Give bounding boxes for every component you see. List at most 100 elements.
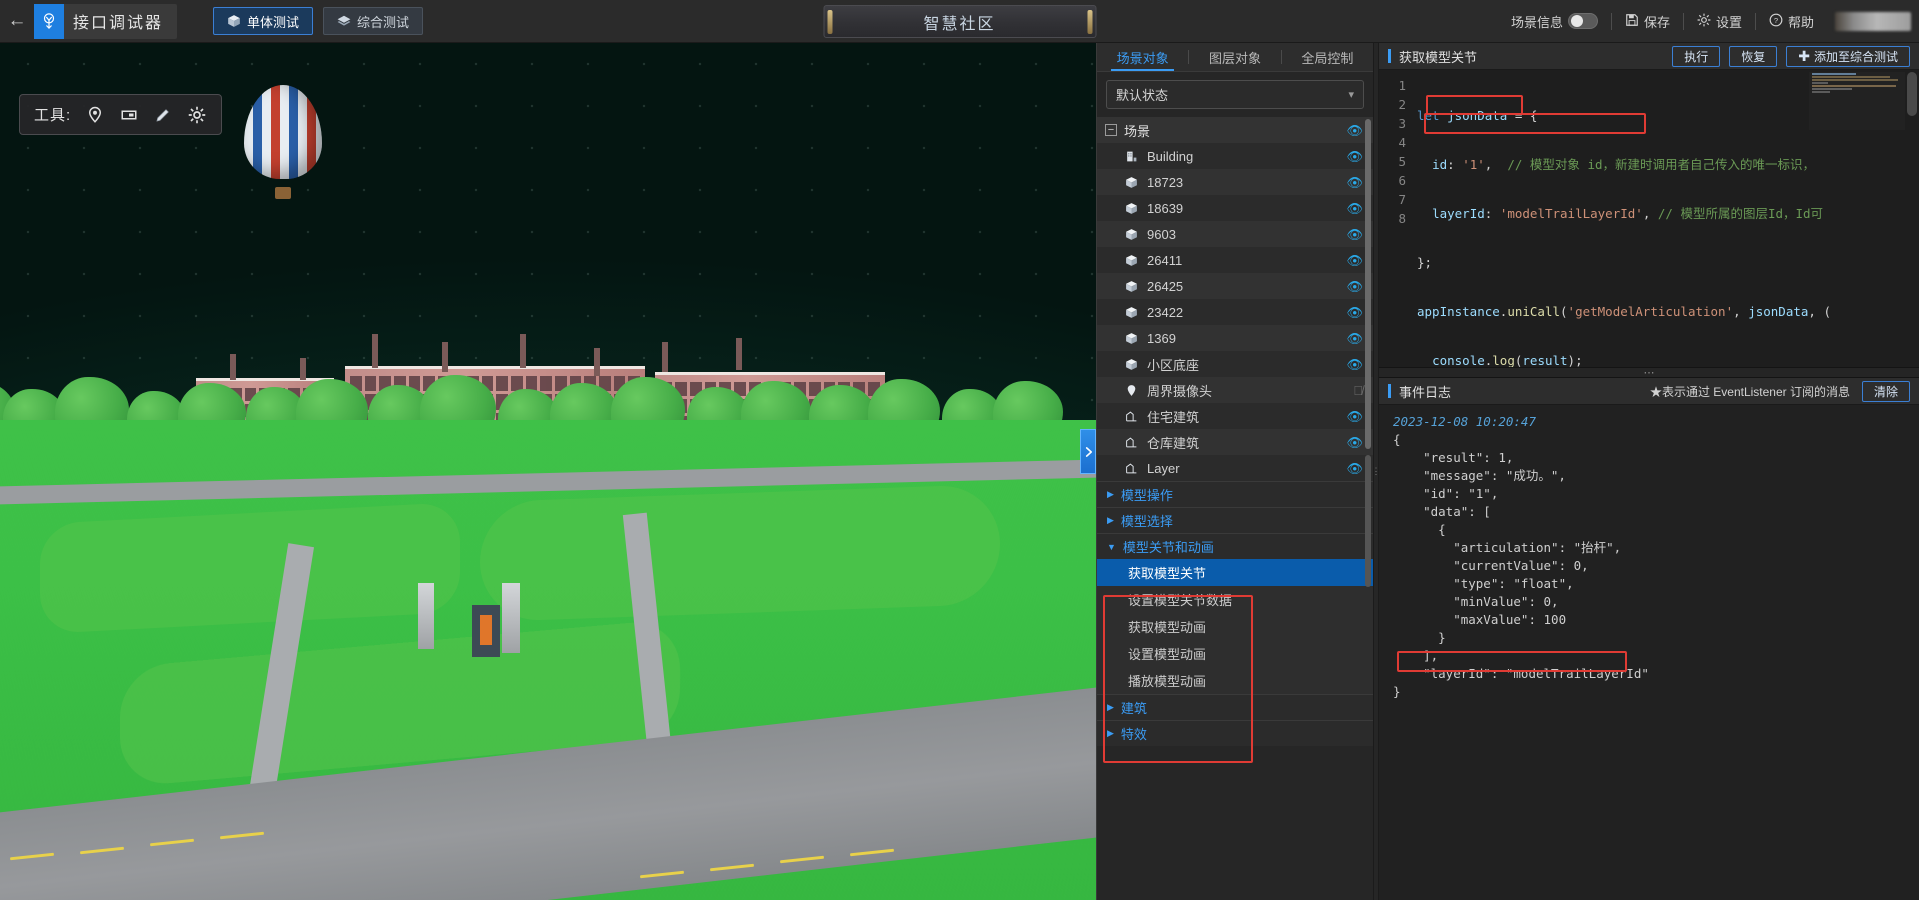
code-line: };	[1417, 253, 1919, 272]
save-label: 保存	[1644, 12, 1670, 31]
log-line: {	[1393, 521, 1919, 539]
event-log-body[interactable]: 2023-12-08 10:20:47 { "result": 1, "mess…	[1379, 405, 1919, 900]
tree-item-label: 18639	[1147, 201, 1183, 216]
menu-item-get-model-animation[interactable]: 获取模型动画	[1097, 613, 1373, 640]
accordion-header[interactable]: ▶ 建筑	[1097, 695, 1373, 720]
tree-item-warehouse-building[interactable]: 仓库建筑 👁	[1097, 429, 1373, 455]
tree-item-26425[interactable]: 26425 👁	[1097, 273, 1373, 299]
eye-icon[interactable]: 👁	[1346, 176, 1363, 189]
accordion-label: 模型操作	[1121, 485, 1173, 504]
log-line: "minValue": 0,	[1393, 593, 1919, 611]
avatar[interactable]	[1835, 12, 1911, 31]
log-timestamp: 2023-12-08 10:20:47	[1393, 413, 1919, 431]
menu-item-play-model-animation[interactable]: 播放模型动画	[1097, 667, 1373, 694]
3d-viewport[interactable]: 工具:	[0, 43, 1096, 900]
pencil-icon[interactable]	[153, 105, 173, 125]
accordion-header[interactable]: ▶ 模型选择	[1097, 508, 1373, 533]
log-line: }	[1393, 629, 1919, 647]
menu-item-set-model-animation[interactable]: 设置模型动画	[1097, 640, 1373, 667]
tree-item-label: 周界摄像头	[1147, 381, 1212, 400]
cube-icon	[227, 14, 241, 28]
state-select-value: 默认状态	[1116, 85, 1168, 104]
gear-icon[interactable]	[187, 105, 207, 125]
splitter-grip-icon: ⋯	[1644, 371, 1655, 375]
eye-off-icon[interactable]: 👁̸	[1353, 384, 1363, 397]
toggle-knob	[1571, 15, 1583, 27]
tree-root-scene[interactable]: − 场景 👁	[1097, 117, 1373, 143]
log-panel-title: 事件日志	[1399, 382, 1451, 401]
help-button[interactable]: ? 帮助	[1756, 8, 1827, 34]
tree-item-18639[interactable]: 18639 👁	[1097, 195, 1373, 221]
scene-info-toggle-group[interactable]: 场景信息	[1498, 8, 1611, 34]
tree-item-residential-building[interactable]: 住宅建筑 👁	[1097, 403, 1373, 429]
cube-icon	[1123, 332, 1139, 345]
line-number: 5	[1379, 152, 1406, 171]
tree-item-9603[interactable]: 9603 👁	[1097, 221, 1373, 247]
code-panel-actions: 执行 恢复 ✚ 添加至综合测试	[1672, 46, 1910, 67]
menu-item-set-model-articulation-data[interactable]: 设置模型关节数据	[1097, 586, 1373, 613]
line-number: 7	[1379, 190, 1406, 209]
code-line: id: '1', // 模型对象 id，新建时调用者自己传入的唯一标识，	[1417, 155, 1919, 174]
caret-right-icon: ▶	[1107, 728, 1114, 739]
svg-text:?: ?	[1774, 15, 1778, 24]
tree-item-perimeter-camera[interactable]: 周界摄像头 👁̸	[1097, 377, 1373, 403]
log-line: "layerId": "modelTrailLayerId"	[1393, 665, 1919, 683]
tree-item-1369[interactable]: 1369 👁	[1097, 325, 1373, 351]
tree-item-label: 住宅建筑	[1147, 407, 1199, 426]
tab-layer-objects[interactable]: 图层对象	[1189, 43, 1280, 71]
location-pin-icon[interactable]	[85, 105, 105, 125]
tab-scene-objects[interactable]: 场景对象	[1097, 43, 1188, 71]
tree-scrollbar-thumb[interactable]	[1365, 119, 1371, 449]
eye-icon[interactable]: 👁	[1346, 436, 1363, 449]
eye-icon[interactable]: 👁	[1346, 124, 1363, 137]
eye-icon[interactable]: 👁	[1346, 280, 1363, 293]
horizontal-splitter[interactable]: ⋯	[1379, 367, 1919, 378]
eye-icon[interactable]: 👁	[1346, 306, 1363, 319]
eye-icon[interactable]: 👁	[1346, 462, 1363, 475]
scene-tree-scroll[interactable]: − 场景 👁 Building 👁 18723 👁 18639 👁 9603 👁…	[1097, 117, 1373, 900]
add-to-suite-button[interactable]: ✚ 添加至综合测试	[1786, 46, 1910, 67]
save-button[interactable]: 保存	[1612, 8, 1683, 34]
minus-box-icon[interactable]: −	[1105, 124, 1117, 136]
tab-global-control[interactable]: 全局控制	[1282, 43, 1373, 71]
tree-scrollbar-track[interactable]	[1365, 455, 1371, 587]
settings-label: 设置	[1716, 12, 1742, 31]
scene-info-toggle[interactable]	[1568, 13, 1598, 29]
code-minimap[interactable]	[1809, 72, 1905, 130]
restore-button-label: 恢复	[1741, 48, 1765, 65]
log-line: "id": "1",	[1393, 485, 1919, 503]
code-editor[interactable]: 1 2 3 4 5 6 7 8 let jsonData = { id: '1'…	[1379, 70, 1919, 367]
clear-log-button[interactable]: 清除	[1862, 381, 1910, 402]
chevron-down-icon: ▾	[1348, 88, 1354, 101]
accordion-header[interactable]: ▶ 特效	[1097, 721, 1373, 746]
tab-single-test[interactable]: 单体测试	[213, 7, 313, 35]
tree-item-23422[interactable]: 23422 👁	[1097, 299, 1373, 325]
eye-icon[interactable]: 👁	[1346, 254, 1363, 267]
menu-item-get-model-articulation[interactable]: 获取模型关节	[1097, 559, 1373, 586]
eye-icon[interactable]: 👁	[1346, 410, 1363, 423]
restore-button[interactable]: 恢复	[1729, 46, 1777, 67]
tree-item-building[interactable]: Building 👁	[1097, 143, 1373, 169]
measure-icon[interactable]	[119, 105, 139, 125]
accordion-header[interactable]: ▼ 模型关节和动画	[1097, 534, 1373, 559]
settings-button[interactable]: 设置	[1684, 8, 1755, 34]
eye-icon[interactable]: 👁	[1346, 202, 1363, 215]
tree-item-layer[interactable]: Layer 👁	[1097, 455, 1373, 481]
panel-collapse-handle[interactable]	[1080, 429, 1096, 474]
menu-item-label: 设置模型关节数据	[1128, 590, 1232, 609]
state-select[interactable]: 默认状态 ▾	[1106, 80, 1364, 109]
eye-icon[interactable]: 👁	[1346, 332, 1363, 345]
back-arrow-icon[interactable]: ←	[0, 0, 34, 43]
accordion-header[interactable]: ▶ 模型操作	[1097, 482, 1373, 507]
run-button[interactable]: 执行	[1672, 46, 1720, 67]
eye-icon[interactable]: 👁	[1346, 228, 1363, 241]
eye-icon[interactable]: 👁	[1346, 150, 1363, 163]
tree-item-26411[interactable]: 26411 👁	[1097, 247, 1373, 273]
eye-icon[interactable]: 👁	[1346, 358, 1363, 371]
tab-comprehensive-test[interactable]: 综合测试	[323, 7, 423, 35]
code-scrollbar-thumb[interactable]	[1907, 72, 1917, 116]
tree-item-18723[interactable]: 18723 👁	[1097, 169, 1373, 195]
tree-item-community-base[interactable]: 小区底座 👁	[1097, 351, 1373, 377]
state-select-wrapper: 默认状态 ▾	[1097, 72, 1373, 117]
log-line: {	[1393, 431, 1919, 449]
